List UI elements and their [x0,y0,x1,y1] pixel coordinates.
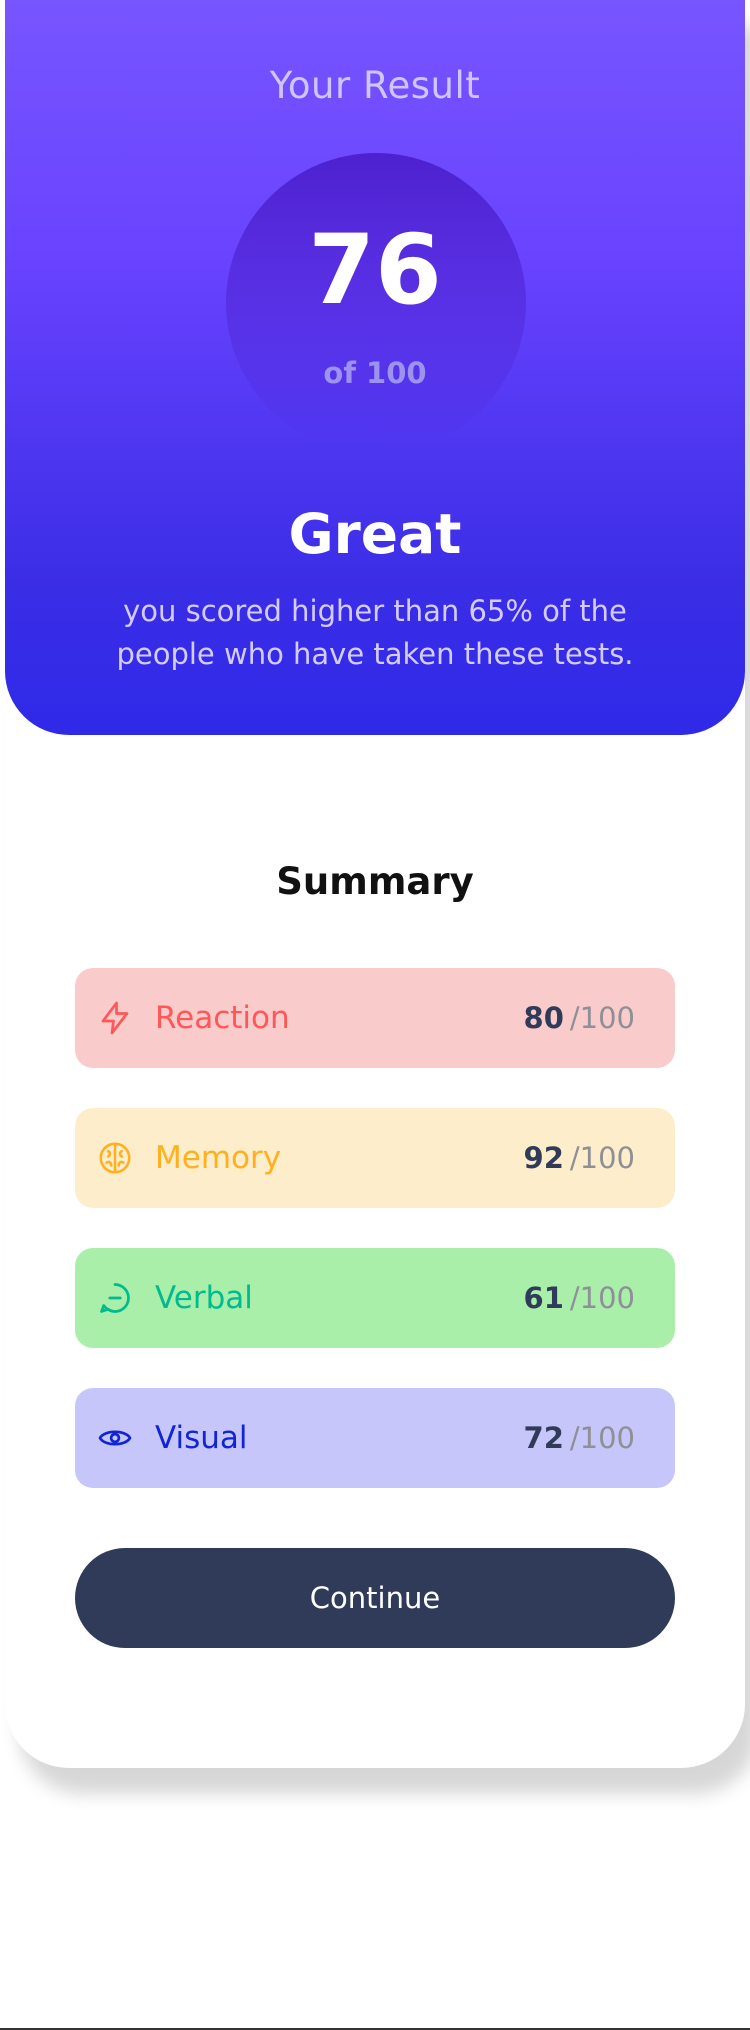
summary-item-score: 92/100 [524,1108,635,1208]
summary-item-memory: Memory 92/100 [75,1108,675,1208]
chat-bubble-icon [97,1280,133,1316]
summary-item-label: Verbal [155,1280,253,1316]
result-message: you scored higher than 65% of the people… [116,594,634,671]
score-value-text: 61 [523,1281,564,1315]
score-value-text: 80 [523,1001,564,1035]
score-value-text: 72 [523,1421,564,1455]
results-card: Your Result 76 of 100 Great you scored h… [5,0,745,1768]
eye-icon [97,1420,133,1456]
rating-label: Great [288,502,462,566]
lightning-icon [97,1000,133,1036]
summary-item-label: Memory [155,1140,282,1176]
score-max-text: /100 [569,1281,635,1315]
summary-item-score: 80/100 [524,968,635,1068]
score-value-text: 92 [523,1141,564,1175]
score-of-label: of 100 [323,356,427,390]
summary-item-visual: Visual 72/100 [75,1388,675,1488]
summary-title: Summary [276,860,474,903]
result-title: Your Result [269,64,481,107]
score-value: 76 [308,214,442,326]
continue-button[interactable]: Continue [75,1548,675,1648]
summary-item-reaction: Reaction 80/100 [75,968,675,1068]
score-max-text: /100 [569,1141,635,1175]
score-max-text: /100 [569,1421,635,1455]
summary-item-score: 72/100 [524,1388,635,1488]
brain-icon [97,1140,133,1176]
summary-item-label: Reaction [155,1000,290,1036]
summary-item-score: 61/100 [524,1248,635,1348]
score-max-text: /100 [569,1001,635,1035]
summary-item-label: Visual [155,1420,248,1456]
summary-item-verbal: Verbal 61/100 [75,1248,675,1348]
result-panel: Your Result 76 of 100 Great you scored h… [5,0,745,735]
